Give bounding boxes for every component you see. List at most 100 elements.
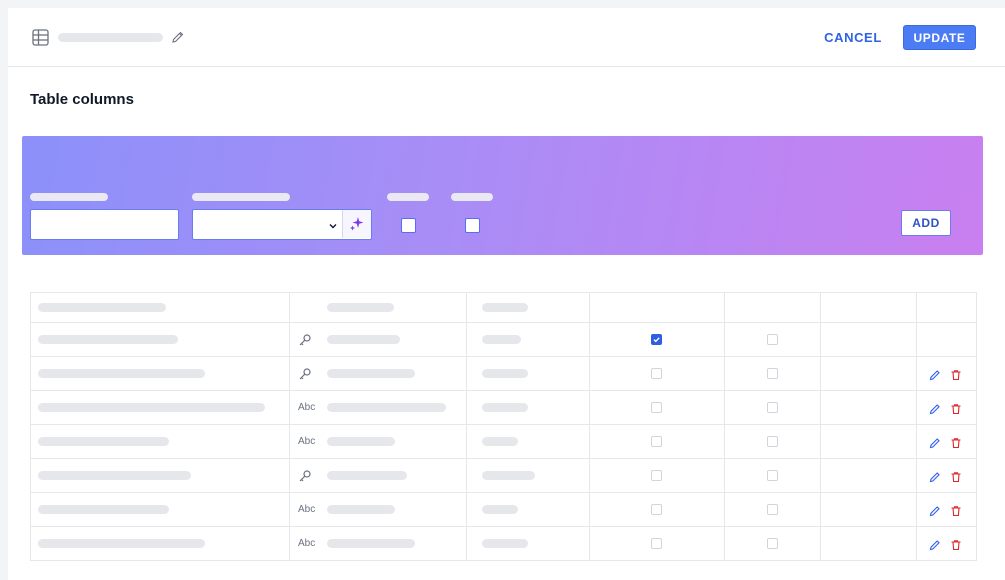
table-body: Abc Abc Abc Abc <box>30 322 977 561</box>
header-cell <box>289 292 467 323</box>
type-cell <box>466 322 590 357</box>
chevron-down-icon <box>327 219 339 231</box>
column-cell: Abc <box>289 526 467 561</box>
row-actions <box>929 436 962 448</box>
empty-cell <box>820 390 917 425</box>
actions-cell <box>916 424 977 459</box>
row-checkbox[interactable] <box>651 503 662 515</box>
edit-icon[interactable] <box>929 368 941 380</box>
edit-table-card: CANCEL UPDATE Table columns ADD Abc Abc … <box>8 8 1005 580</box>
trash-icon[interactable] <box>950 402 962 414</box>
table-row <box>30 322 977 357</box>
row-checkbox[interactable] <box>651 435 662 447</box>
trash-icon[interactable] <box>950 436 962 448</box>
check-cell <box>589 390 725 425</box>
header-placeholder <box>38 302 166 312</box>
column-cell <box>289 356 467 391</box>
name-label-placeholder <box>30 193 108 201</box>
column-placeholder <box>327 538 415 548</box>
name-cell <box>30 526 290 561</box>
text-type-label: Abc <box>298 435 316 447</box>
row-checkbox[interactable] <box>651 367 662 379</box>
actions-cell <box>916 492 977 527</box>
actions-cell <box>916 356 977 391</box>
check-cell <box>589 322 725 357</box>
header-placeholder <box>482 302 528 312</box>
edit-icon[interactable] <box>929 436 941 448</box>
actions-cell <box>916 390 977 425</box>
table-row: Abc <box>30 492 977 527</box>
trash-icon[interactable] <box>950 538 962 550</box>
column-name-placeholder <box>38 470 191 480</box>
actions-cell <box>916 526 977 561</box>
type-placeholder <box>482 368 528 378</box>
type-placeholder <box>482 334 521 344</box>
pencil-icon[interactable] <box>171 30 185 44</box>
text-type-label: Abc <box>298 537 316 549</box>
column-name-input[interactable] <box>30 209 179 240</box>
column-placeholder <box>327 504 395 514</box>
row-checkbox[interactable] <box>651 401 662 413</box>
empty-cell <box>820 424 917 459</box>
column-placeholder <box>327 436 395 446</box>
type-cell <box>466 390 590 425</box>
name-cell <box>30 424 290 459</box>
name-cell <box>30 390 290 425</box>
header-cell <box>820 292 917 323</box>
type-cell <box>466 424 590 459</box>
option-label-placeholder <box>451 193 493 201</box>
cancel-button[interactable]: CANCEL <box>818 25 888 49</box>
check-cell <box>724 390 821 425</box>
edit-icon[interactable] <box>929 402 941 414</box>
actions-cell <box>916 458 977 493</box>
update-button[interactable]: UPDATE <box>903 25 976 50</box>
edit-icon[interactable] <box>929 470 941 482</box>
row-checkbox[interactable] <box>766 503 778 515</box>
row-actions <box>929 470 962 482</box>
check-cell <box>589 356 725 391</box>
type-cell <box>466 526 590 561</box>
trash-icon[interactable] <box>950 368 962 380</box>
row-checkbox[interactable] <box>766 367 778 379</box>
row-checkbox[interactable] <box>651 333 662 345</box>
option-checkbox[interactable] <box>465 218 480 233</box>
trash-icon[interactable] <box>950 504 962 516</box>
sparkles-icon[interactable] <box>342 210 371 238</box>
trash-icon[interactable] <box>950 470 962 482</box>
column-name-placeholder <box>38 402 265 412</box>
row-checkbox[interactable] <box>766 401 778 413</box>
row-checkbox[interactable] <box>651 537 662 549</box>
type-placeholder <box>482 402 528 412</box>
option-checkbox[interactable] <box>401 218 416 233</box>
check-cell <box>589 458 725 493</box>
row-checkbox[interactable] <box>766 333 778 345</box>
column-placeholder <box>327 334 400 344</box>
header-cell <box>589 292 725 323</box>
type-cell <box>466 356 590 391</box>
row-checkbox[interactable] <box>766 435 778 447</box>
empty-cell <box>820 458 917 493</box>
type-cell <box>466 458 590 493</box>
header-placeholder <box>327 302 394 312</box>
check-cell <box>724 458 821 493</box>
check-cell <box>589 526 725 561</box>
table-row: Abc <box>30 424 977 459</box>
row-checkbox[interactable] <box>651 469 662 481</box>
row-checkbox[interactable] <box>766 537 778 549</box>
table-icon <box>32 29 49 46</box>
add-button[interactable]: ADD <box>901 210 951 236</box>
row-actions <box>929 538 962 550</box>
row-actions <box>929 368 962 380</box>
column-type-select[interactable] <box>192 209 372 240</box>
edit-icon[interactable] <box>929 538 941 550</box>
actions-cell <box>916 322 977 357</box>
column-cell: Abc <box>289 492 467 527</box>
check-cell <box>589 424 725 459</box>
type-placeholder <box>482 538 528 548</box>
edit-icon[interactable] <box>929 504 941 516</box>
option-label-placeholder <box>387 193 429 201</box>
row-checkbox[interactable] <box>766 469 778 481</box>
column-name-placeholder <box>38 436 169 446</box>
header-cell <box>466 292 590 323</box>
column-placeholder <box>327 402 446 412</box>
